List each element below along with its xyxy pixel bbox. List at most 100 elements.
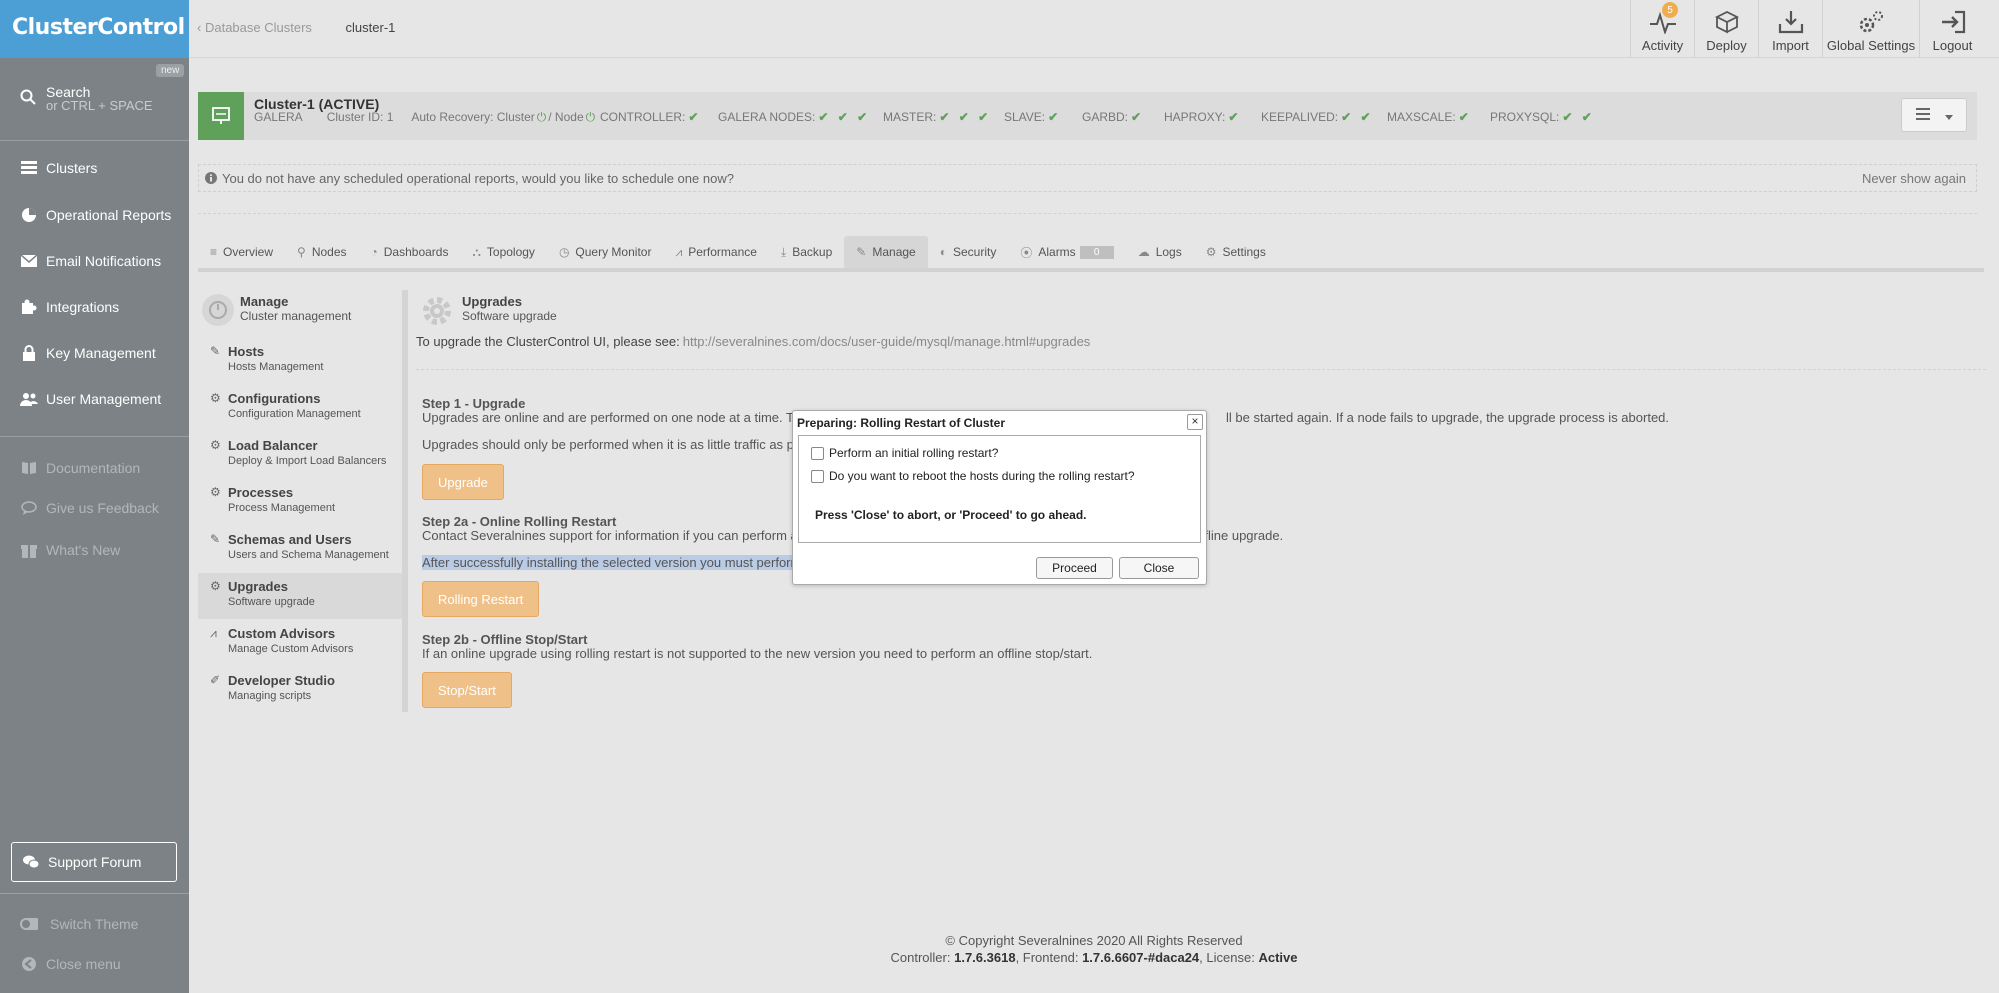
- initial-rolling-restart-checkbox[interactable]: [811, 446, 824, 460]
- sidebar: ClusterControl new Search or CTRL + SPAC…: [0, 0, 189, 993]
- sidebar-item-clusters[interactable]: Clusters: [20, 160, 97, 176]
- switch-theme-label: Switch Theme: [50, 916, 139, 932]
- divider: [0, 436, 189, 437]
- wrench-icon: ✎: [210, 344, 221, 358]
- sidebar-item-operational-reports[interactable]: Operational Reports: [20, 207, 171, 223]
- tab-alarms[interactable]: ⦿ Alarms 0: [1008, 236, 1125, 268]
- stop-start-button[interactable]: Stop/Start: [422, 672, 512, 708]
- tab-overview[interactable]: ≡ Overview: [198, 236, 285, 268]
- line-chart-icon: ⩘: [675, 244, 683, 259]
- step2a-selected-text: After successfully installing the select…: [422, 555, 802, 570]
- support-forum-button[interactable]: Support Forum: [11, 842, 177, 882]
- cluster-tabs: ≡ Overview ⚲ Nodes ◔ Dashboards ⛬ Topology ◷…: [198, 236, 1984, 272]
- activity-button[interactable]: 5 Activity: [1630, 0, 1694, 58]
- manage-item-schemas-and-users[interactable]: ✎ Schemas and Users Users and Schema Manag…: [198, 526, 402, 572]
- deploy-button[interactable]: Deploy: [1694, 0, 1758, 58]
- power-icon[interactable]: ⏻: [586, 110, 596, 125]
- manage-item-custom-advisors[interactable]: ⩘ Custom Advisors Manage Custom Advisors: [198, 620, 402, 666]
- step1-title: Step 1 - Upgrade: [422, 396, 526, 411]
- initial-rolling-restart-option[interactable]: Perform an initial rolling restart?: [811, 446, 998, 460]
- tab-query-monitor[interactable]: ◷ Query Monitor: [547, 236, 664, 268]
- manage-item-configurations[interactable]: ⚙ Configurations Configuration Management: [198, 385, 402, 431]
- cluster-actions-dropdown[interactable]: [1901, 98, 1967, 132]
- manage-item-load-balancer[interactable]: ⚙ Load Balancer Deploy & Import Load Balan…: [198, 432, 402, 478]
- lock-icon: [20, 345, 38, 361]
- tab-performance[interactable]: ⩘ Performance: [663, 236, 768, 268]
- close-menu-button[interactable]: Close menu: [20, 956, 121, 972]
- upgrade-button[interactable]: Upgrade: [422, 464, 504, 500]
- alarm-icon: ⦿: [1020, 245, 1033, 260]
- envelope-icon: [20, 253, 38, 269]
- docs-upgrade-link[interactable]: http://severalnines.com/docs/user-guide/…: [683, 334, 1091, 349]
- sidebar-item-key-management[interactable]: Key Management: [20, 345, 156, 361]
- manage-item-label: Processes: [228, 485, 294, 500]
- gear-icon: ⚙: [210, 579, 221, 593]
- users-icon: [20, 391, 38, 407]
- license-status: Active: [1258, 950, 1298, 965]
- tab-backup[interactable]: ⤓ Backup: [769, 236, 844, 268]
- close-icon[interactable]: ×: [1187, 414, 1203, 430]
- sidebar-item-email-notifications[interactable]: Email Notifications: [20, 253, 161, 269]
- gift-icon: [20, 542, 38, 558]
- app-logo[interactable]: ClusterControl: [0, 0, 189, 58]
- deploy-label: Deploy: [1706, 38, 1747, 53]
- manage-item-upgrades[interactable]: ⚙ Upgrades Software upgrade: [198, 573, 402, 619]
- download-icon: ⤓: [780, 244, 787, 259]
- breadcrumb-parent-link[interactable]: Database Clusters: [205, 20, 312, 35]
- reboot-hosts-option[interactable]: Do you want to reboot the hosts during t…: [811, 469, 1135, 483]
- rolling-restart-button[interactable]: Rolling Restart: [422, 581, 540, 617]
- switch-theme-toggle[interactable]: Switch Theme: [20, 916, 138, 932]
- logout-button[interactable]: Logout: [1919, 0, 1985, 58]
- sidebar-item-user-management[interactable]: User Management: [20, 391, 161, 407]
- manage-menu: Manage Cluster management ✎ Hosts Hosts Man…: [198, 290, 408, 712]
- dialog-instruction: Press 'Close' to abort, or 'Proceed' to …: [815, 508, 1087, 522]
- sidebar-item-integrations[interactable]: Integrations: [20, 299, 119, 315]
- sidebar-item-label: Integrations: [46, 299, 120, 315]
- logout-label: Logout: [1932, 38, 1973, 53]
- reboot-hosts-checkbox[interactable]: [811, 469, 824, 483]
- sidebar-item-whats-new[interactable]: What's New: [20, 542, 120, 558]
- tab-settings[interactable]: ⚙ Settings: [1194, 236, 1278, 268]
- tab-manage[interactable]: ✎ Manage: [844, 236, 928, 268]
- step2a-text: Contact Severalnines support for informa…: [422, 528, 805, 543]
- manage-item-sub: Managing scripts: [228, 690, 312, 702]
- tab-dashboards[interactable]: ◔ Dashboards: [359, 236, 461, 268]
- caret-down-icon: [1944, 108, 1953, 123]
- upgrades-subtitle: Software upgrade: [462, 309, 557, 323]
- global-settings-button[interactable]: Global Settings: [1822, 0, 1919, 58]
- reports-notice: You do not have any scheduled operationa…: [198, 164, 1977, 192]
- notice-text[interactable]: You do not have any scheduled operationa…: [222, 171, 734, 186]
- step2b-title: Step 2b - Offline Stop/Start: [422, 632, 588, 647]
- option-label: Do you want to reboot the hosts during t…: [829, 469, 1135, 483]
- close-menu-label: Close menu: [46, 956, 121, 972]
- breadcrumb: ‹ Database Clusters cluster-1: [197, 20, 395, 35]
- garbd-status: GARBD: ✔: [1082, 110, 1145, 124]
- gear-icon: [423, 297, 451, 325]
- tab-logs[interactable]: ☁ Logs: [1126, 236, 1194, 268]
- shield-icon: ◐: [939, 245, 947, 259]
- sidebar-item-label: What's New: [46, 542, 121, 558]
- tab-security[interactable]: ◐ Security: [928, 236, 1009, 268]
- wrench-icon: ✎: [210, 532, 221, 546]
- never-show-again-link[interactable]: Never show again: [1862, 171, 1966, 186]
- manage-menu-title: Manage: [240, 294, 289, 309]
- divider: [416, 369, 1986, 370]
- cluster-server-icon: [198, 92, 244, 140]
- proceed-button[interactable]: Proceed: [1036, 557, 1113, 579]
- import-icon: [1778, 11, 1803, 34]
- puzzle-icon: [20, 299, 38, 315]
- power-icon[interactable]: ⏻: [537, 110, 547, 125]
- tab-topology[interactable]: ⛬ Topology: [460, 236, 546, 268]
- sidebar-item-documentation[interactable]: Documentation: [20, 460, 140, 476]
- import-button[interactable]: Import: [1758, 0, 1822, 58]
- manage-item-sub: Hosts Management: [228, 361, 324, 373]
- manage-item-processes[interactable]: ⚙ Processes Process Management: [198, 479, 402, 525]
- tab-nodes[interactable]: ⚲ Nodes: [285, 236, 358, 268]
- close-button[interactable]: Close: [1119, 557, 1199, 579]
- manage-item-developer-studio[interactable]: ✐ Developer Studio Managing scripts: [198, 667, 402, 713]
- book-icon: [20, 460, 38, 476]
- manage-item-hosts[interactable]: ✎ Hosts Hosts Management: [198, 338, 402, 384]
- sidebar-item-feedback[interactable]: Give us Feedback: [20, 500, 159, 516]
- manage-menu-header: Manage Cluster management: [202, 294, 351, 326]
- sign-out-icon: [1941, 10, 1965, 34]
